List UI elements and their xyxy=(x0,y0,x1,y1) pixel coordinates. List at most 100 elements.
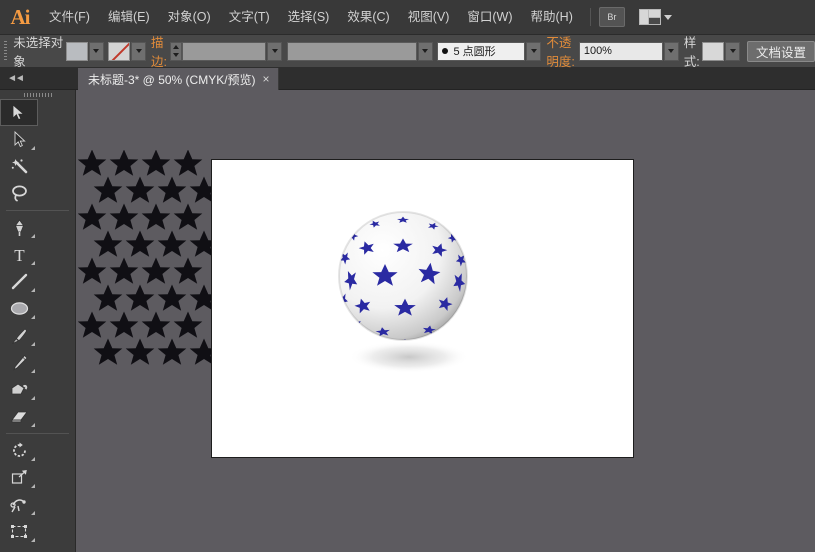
opacity-label[interactable]: 不透明度: xyxy=(546,32,576,71)
stroke-none-swatch[interactable] xyxy=(108,41,131,61)
rotate-tool[interactable] xyxy=(0,437,38,464)
stepper-down-icon xyxy=(173,53,180,58)
control-bar-drag-handle[interactable] xyxy=(4,41,8,61)
opacity-dropdown-button[interactable] xyxy=(663,41,679,61)
chevron-down-icon xyxy=(135,49,142,53)
tool-group-indicator-icon xyxy=(31,315,35,319)
free-transform-tool[interactable] xyxy=(0,518,38,545)
pen-tool[interactable] xyxy=(0,214,38,241)
close-icon[interactable]: × xyxy=(263,72,270,86)
bridge-launch-button[interactable]: Br xyxy=(598,7,625,27)
tool-group-indicator-icon xyxy=(31,234,35,238)
opacity-input[interactable]: 100% xyxy=(578,41,663,61)
tool-group-indicator-icon xyxy=(31,538,35,542)
brush-preview-icon xyxy=(442,48,449,54)
stroke-weight-dropdown-button[interactable] xyxy=(267,41,283,61)
document-tab-bar: ◄◄ 未标题-3* @ 50% (CMYK/预览) × xyxy=(0,68,815,90)
fill-swatch[interactable] xyxy=(65,41,88,61)
scale-tool[interactable] xyxy=(0,464,38,491)
chevron-down-icon xyxy=(93,49,100,53)
tool-group-indicator-icon xyxy=(31,146,35,150)
variable-width-profile-input[interactable] xyxy=(286,41,417,61)
blob-brush-tool[interactable] xyxy=(0,376,38,403)
stroke-color-control[interactable] xyxy=(108,41,147,61)
fill-control[interactable] xyxy=(65,41,104,61)
workspace-switcher-icon xyxy=(638,9,661,25)
stroke-weight-control[interactable] xyxy=(170,41,283,61)
sphere-shadow xyxy=(349,341,469,373)
tools-group-draw: T xyxy=(0,214,75,430)
chevron-down-icon xyxy=(729,49,736,53)
variable-width-profile-control[interactable] xyxy=(286,41,433,61)
tools-group-transform xyxy=(0,437,75,552)
svg-text:T: T xyxy=(14,246,25,263)
menu-effect[interactable]: 效果(C) xyxy=(338,0,398,35)
selection-status-label: 未选择对象 xyxy=(13,36,64,69)
pencil-tool[interactable] xyxy=(0,349,38,376)
stroke-weight-input[interactable] xyxy=(182,41,267,61)
control-options-bar: 未选择对象 描边: 5 点圆形 不透明度: 100% 样式: 文档设置 xyxy=(0,32,815,71)
width-tool[interactable] xyxy=(0,491,38,518)
document-canvas[interactable] xyxy=(76,90,815,552)
magic-wand-tool[interactable] xyxy=(0,153,38,180)
menu-bar: Ai 文件(F) 编辑(E) 对象(O) 文字(T) 选择(S) 效果(C) 视… xyxy=(0,0,815,35)
brush-definition-value[interactable]: 5 点圆形 xyxy=(437,41,526,61)
eraser-tool[interactable] xyxy=(0,403,38,430)
tool-group-indicator-icon xyxy=(31,484,35,488)
3d-star-sphere[interactable] xyxy=(337,210,507,385)
ellipse-tool[interactable] xyxy=(0,295,38,322)
tool-group-indicator-icon xyxy=(31,423,35,427)
stepper-up-icon xyxy=(173,44,180,49)
stroke-weight-label[interactable]: 描边: xyxy=(150,32,167,71)
line-segment-tool[interactable] xyxy=(0,268,38,295)
tool-group-indicator-icon xyxy=(31,342,35,346)
chevron-down-icon xyxy=(422,49,429,53)
type-tool[interactable]: T xyxy=(0,241,38,268)
direct-selection-tool[interactable] xyxy=(0,126,38,153)
menu-object[interactable]: 对象(O) xyxy=(159,0,220,35)
stroke-color-dropdown-button[interactable] xyxy=(131,41,147,61)
brush-definition-label: 5 点圆形 xyxy=(453,46,496,58)
selection-tool[interactable] xyxy=(0,99,38,126)
tool-group-indicator-icon xyxy=(31,457,35,461)
document-tab-title: 未标题-3* @ 50% (CMYK/预览) xyxy=(88,72,256,87)
brush-dropdown-button[interactable] xyxy=(526,41,542,61)
tool-group-indicator-icon xyxy=(31,288,35,292)
chevron-down-icon xyxy=(663,14,672,20)
paintbrush-tool[interactable] xyxy=(0,322,38,349)
menu-help[interactable]: 帮助(H) xyxy=(522,0,582,35)
graphic-style-control[interactable] xyxy=(702,41,741,61)
style-label: 样式: xyxy=(683,36,700,69)
panel-collapse-button[interactable]: ◄◄ xyxy=(4,70,26,87)
graphic-style-swatch[interactable] xyxy=(702,41,725,61)
menubar-divider xyxy=(589,8,591,26)
tools-panel-drag-handle[interactable] xyxy=(0,90,75,99)
fill-dropdown-button[interactable] xyxy=(88,41,104,61)
tool-group-indicator-icon xyxy=(31,511,35,515)
variable-width-profile-dropdown-button[interactable] xyxy=(417,41,433,61)
tool-group-indicator-icon xyxy=(31,261,35,265)
brush-definition-control[interactable]: 5 点圆形 xyxy=(437,41,542,61)
menu-window[interactable]: 窗口(W) xyxy=(458,0,521,35)
menu-file[interactable]: 文件(F) xyxy=(40,0,99,35)
document-setup-button[interactable]: 文档设置 xyxy=(746,40,815,62)
artboard[interactable] xyxy=(212,160,633,457)
opacity-control[interactable]: 100% xyxy=(578,41,679,61)
stroke-weight-stepper[interactable] xyxy=(170,41,183,61)
document-tab[interactable]: 未标题-3* @ 50% (CMYK/预览) × xyxy=(78,68,279,90)
app-logo: Ai xyxy=(10,4,31,29)
menu-type[interactable]: 文字(T) xyxy=(220,0,279,35)
menu-edit[interactable]: 编辑(E) xyxy=(99,0,159,35)
star-pattern-swatch-art[interactable] xyxy=(78,150,213,365)
tool-group-indicator-icon xyxy=(31,369,35,373)
workspace-switcher-button[interactable] xyxy=(638,9,672,25)
lasso-tool[interactable] xyxy=(0,180,38,207)
chevron-down-icon xyxy=(668,49,675,53)
shape-builder-tool[interactable] xyxy=(0,545,38,552)
graphic-style-dropdown-button[interactable] xyxy=(725,41,741,61)
tools-divider xyxy=(6,433,69,434)
menu-view[interactable]: 视图(V) xyxy=(399,0,459,35)
tools-panel: T xyxy=(0,90,76,552)
tool-group-indicator-icon xyxy=(31,396,35,400)
menu-select[interactable]: 选择(S) xyxy=(279,0,339,35)
